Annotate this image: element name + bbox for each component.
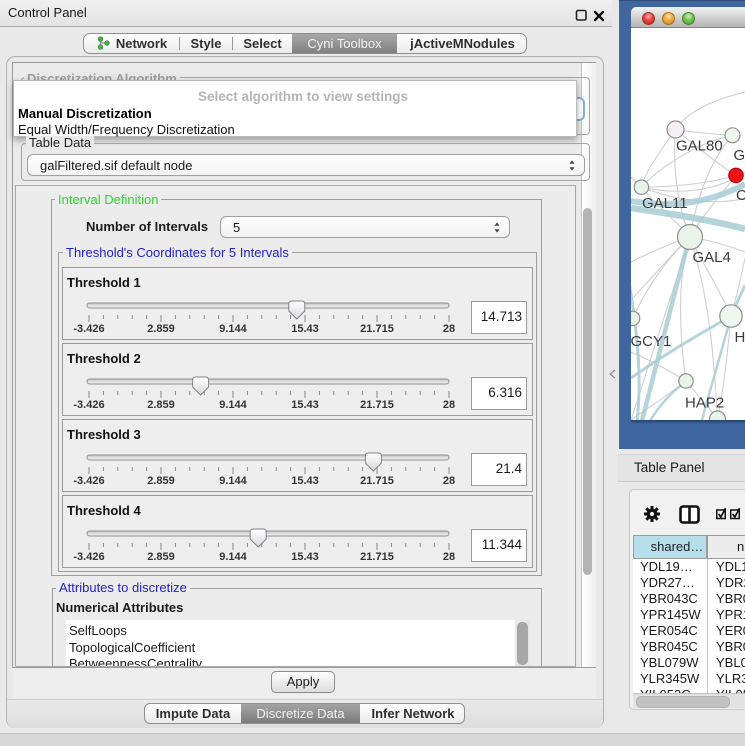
svg-text:GA: GA [734, 147, 745, 164]
svg-text:HAP2: HAP2 [685, 395, 724, 412]
svg-text:GAL80: GAL80 [676, 138, 723, 155]
svg-text:GAL11: GAL11 [642, 195, 688, 212]
svg-text:H: H [735, 329, 745, 346]
svg-text:GAL4: GAL4 [693, 249, 731, 266]
svg-text:C: C [736, 187, 745, 204]
svg-text:GCY1: GCY1 [631, 333, 671, 350]
